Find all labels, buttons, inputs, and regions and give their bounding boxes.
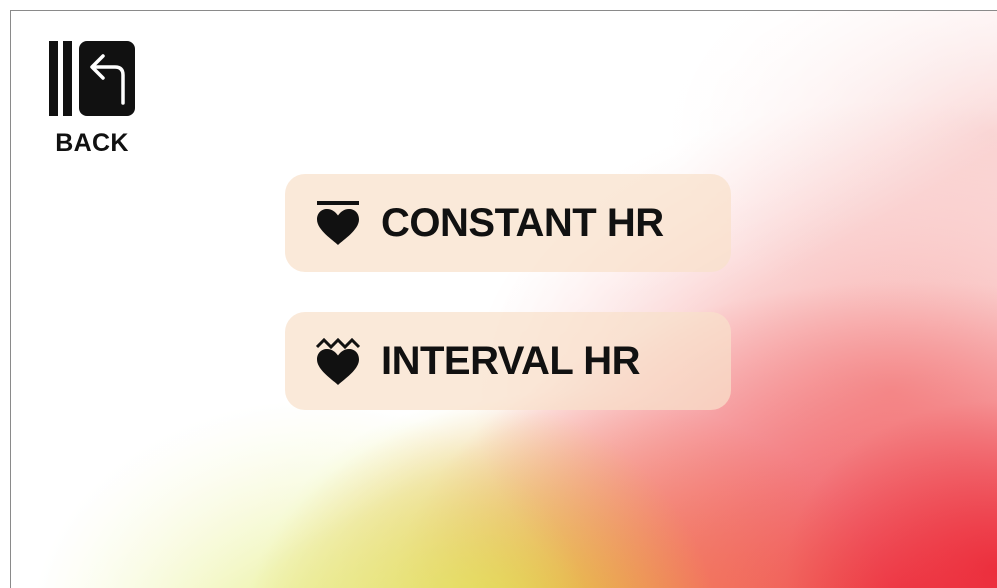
constant-hr-label: CONSTANT HR xyxy=(381,200,664,245)
constant-hr-button[interactable]: CONSTANT HR xyxy=(285,174,731,272)
constant-hr-heart-icon xyxy=(317,201,359,245)
interval-hr-label: INTERVAL HR xyxy=(381,338,640,383)
back-label: BACK xyxy=(55,129,129,157)
interval-hr-button[interactable]: INTERVAL HR xyxy=(285,312,731,410)
background-gradient xyxy=(11,11,997,588)
screen: BACK CONSTANT HR INTERVAL HR xyxy=(10,10,997,588)
back-button[interactable]: BACK xyxy=(49,41,135,163)
back-arrow-icon xyxy=(49,41,135,116)
interval-hr-heart-icon xyxy=(315,337,361,385)
